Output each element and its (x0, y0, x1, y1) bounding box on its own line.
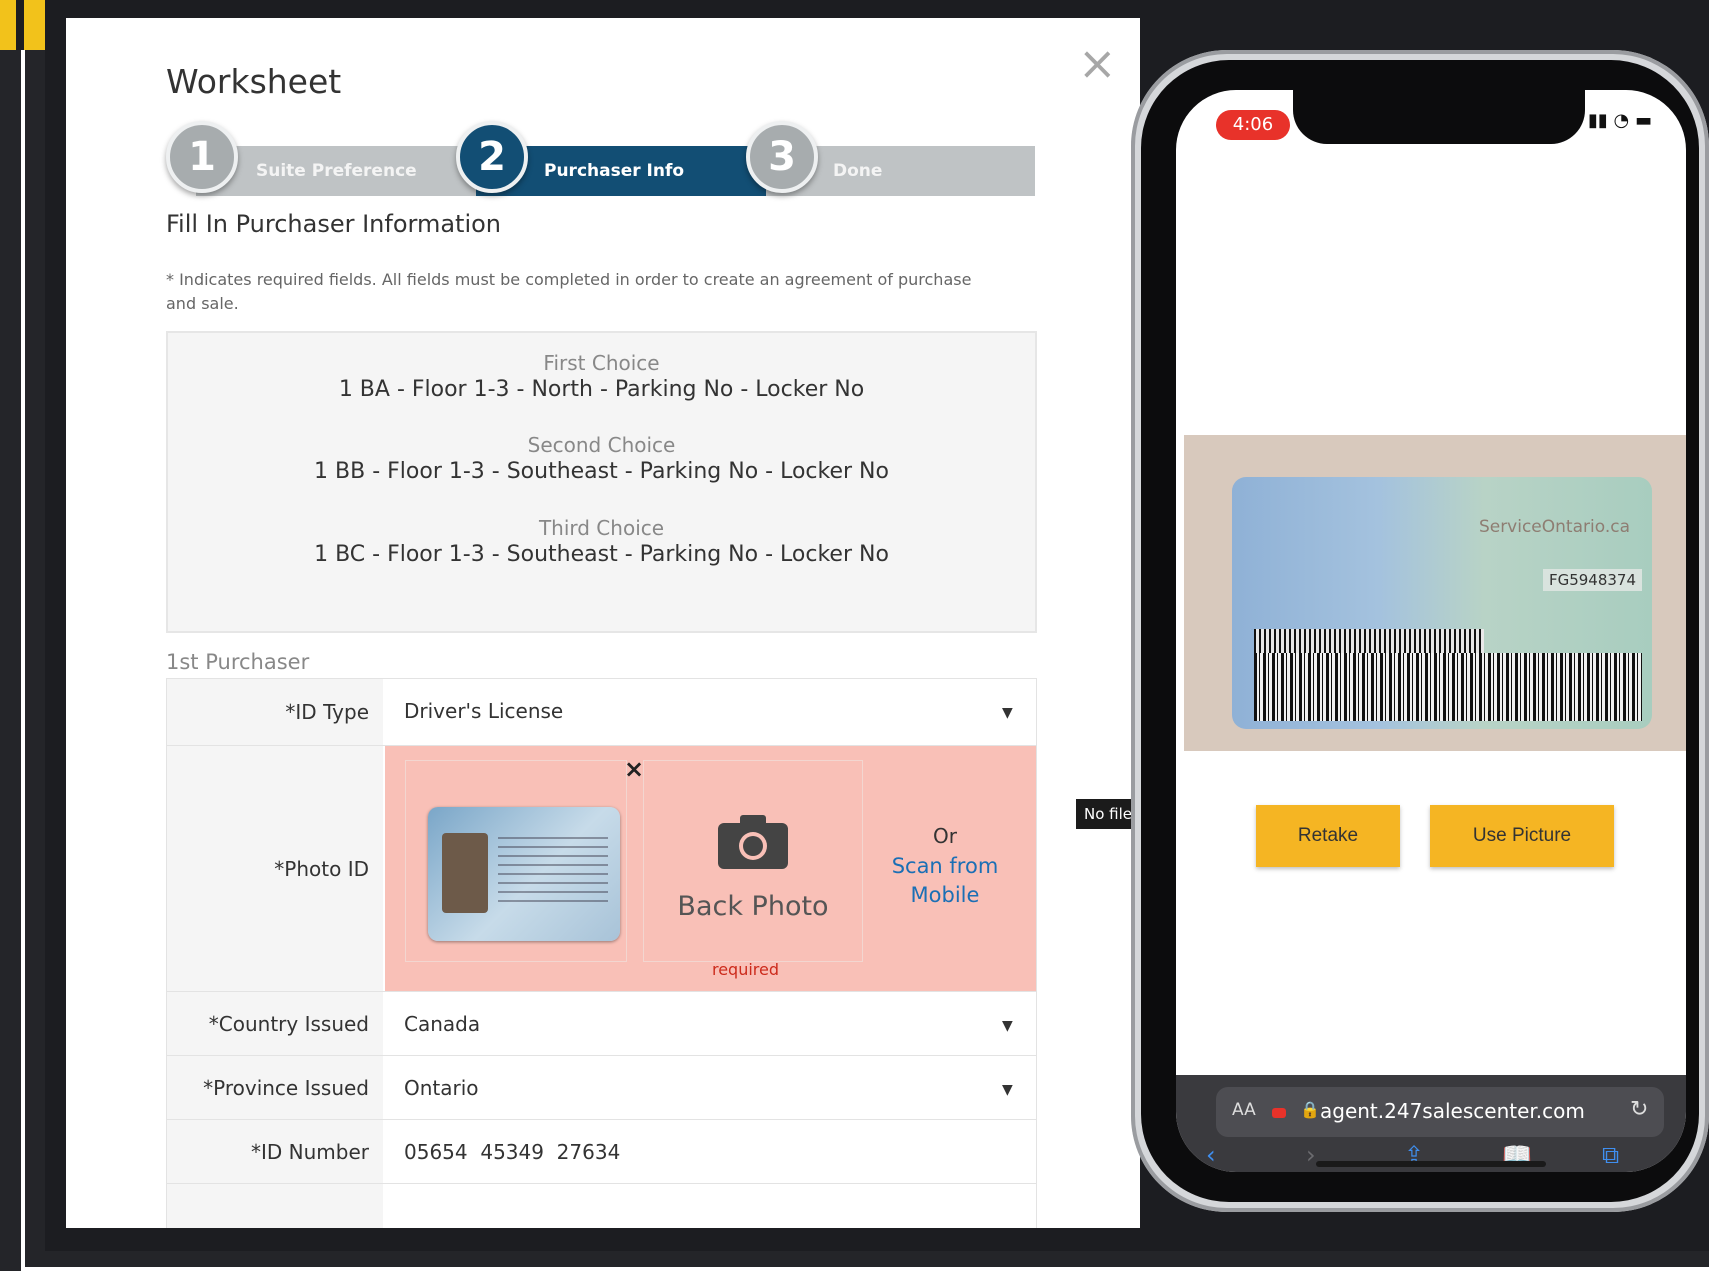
chevron-down-icon[interactable]: ▼ (1002, 1082, 1013, 1098)
id-type-row: *ID Type Driver's License ▼ (167, 679, 1036, 745)
small-barcode (1254, 629, 1484, 653)
province-issued-select[interactable]: Ontario (404, 1076, 479, 1100)
back-icon[interactable]: ‹ (1206, 1141, 1216, 1169)
tabs-icon[interactable]: ⧉ (1602, 1141, 1619, 1169)
purchaser-heading: 1st Purchaser (166, 650, 310, 674)
third-choice-value: 1 BC - Floor 1-3 - Southeast - Parking N… (314, 542, 889, 567)
province-issued-row: *Province Issued Ontario ▼ (167, 1055, 1036, 1120)
second-choice-value: 1 BB - Floor 1-3 - Southeast - Parking N… (314, 459, 889, 484)
photo-upload-area: × Back Photo Or Scan from Mobile require… (385, 746, 1036, 992)
camera-icon (718, 815, 788, 869)
worksheet-modal: × Worksheet 1 Suite Preference 2 Purchas… (66, 18, 1140, 1228)
status-bar-icons: ▮▮ ◔ ▬ (1588, 110, 1652, 131)
phone-screen: 4:06 ▮▮ ◔ ▬ ServiceOntario.ca FG5948374 … (1176, 90, 1686, 1172)
address-bar[interactable]: AA 🔒 agent.247salescenter.com ↻ (1216, 1087, 1664, 1137)
or-text: Or (933, 824, 957, 848)
country-issued-select[interactable]: Canada (404, 1012, 480, 1036)
first-choice-label: First Choice (543, 351, 660, 375)
pdf417-barcode (1254, 653, 1642, 721)
back-photo-label: Back Photo (677, 891, 829, 922)
license-website-text: ServiceOntario.ca (1478, 517, 1630, 537)
first-choice-value: 1 BA - Floor 1-3 - North - Parking No - … (338, 377, 865, 402)
license-portrait (442, 833, 488, 913)
required-note: * Indicates required fields. All fields … (166, 270, 972, 313)
next-row-label (167, 1184, 383, 1228)
required-message: required (711, 960, 780, 979)
suite-choices-box: First Choice 1 BA - Floor 1-3 - North - … (166, 331, 1037, 633)
step-1-label[interactable]: Suite Preference (256, 161, 417, 181)
frame-left-line (21, 50, 25, 1271)
use-picture-button[interactable]: Use Picture (1430, 805, 1614, 867)
section-title: Fill In Purchaser Information (166, 210, 502, 238)
country-issued-label: *Country Issued (167, 992, 383, 1056)
second-choice-label: Second Choice (527, 433, 676, 457)
id-type-label: *ID Type (167, 679, 383, 745)
text-size-button[interactable]: AA (1232, 1100, 1256, 1120)
captured-photo-preview: ServiceOntario.ca FG5948374 (1184, 435, 1686, 751)
remove-photo-icon[interactable]: × (624, 755, 644, 783)
id-number-row: *ID Number 05654 45349 27634 (167, 1119, 1036, 1184)
corner-notch (16, 0, 24, 50)
frame-bottom-line (21, 1267, 1709, 1271)
next-row-partial (167, 1183, 1036, 1228)
chevron-down-icon[interactable]: ▼ (1002, 1018, 1013, 1034)
step-3-circle[interactable]: 3 (746, 121, 818, 193)
back-photo-upload[interactable]: Back Photo (643, 760, 863, 962)
step-2-label[interactable]: Purchaser Info (544, 161, 684, 181)
phone-notch (1293, 90, 1585, 144)
step-1-circle[interactable]: 1 (166, 121, 238, 193)
close-icon[interactable]: × (1078, 40, 1117, 86)
photo-id-label: *Photo ID (167, 746, 383, 992)
step-2-circle[interactable]: 2 (456, 121, 528, 193)
modal-title: Worksheet (166, 62, 342, 101)
lock-icon: 🔒 (1300, 1100, 1320, 1119)
phone-bezel: 4:06 ▮▮ ◔ ▬ ServiceOntario.ca FG5948374 … (1141, 60, 1699, 1202)
phone-frame: 4:06 ▮▮ ◔ ▬ ServiceOntario.ca FG5948374 … (1131, 50, 1709, 1212)
step-3-label[interactable]: Done (833, 161, 882, 181)
browser-toolbar: AA 🔒 agent.247salescenter.com ↻ ‹ › ⇪ 📖 … (1176, 1075, 1686, 1172)
chevron-down-icon[interactable]: ▼ (1002, 705, 1013, 721)
scan-from-mobile-link[interactable]: Scan from Mobile (875, 852, 1015, 910)
url-text[interactable]: agent.247salescenter.com (1320, 1099, 1585, 1123)
license-back-image: ServiceOntario.ca FG5948374 (1232, 477, 1652, 729)
hand-cursor-icon: ☝ (1070, 770, 1086, 800)
forward-icon[interactable]: › (1306, 1141, 1316, 1169)
license-number-text: FG5948374 (1542, 569, 1642, 591)
license-front-image (428, 807, 620, 941)
country-issued-row: *Country Issued Canada ▼ (167, 991, 1036, 1056)
recording-indicator-icon (1272, 1108, 1286, 1118)
front-photo-thumbnail[interactable]: × (405, 755, 644, 962)
id-number-label: *ID Number (167, 1120, 383, 1184)
id-number-input[interactable]: 05654 45349 27634 (404, 1140, 620, 1164)
license-text-lines (498, 837, 608, 907)
purchaser-form: *ID Type Driver's License ▼ *Photo ID × (166, 678, 1037, 1228)
home-indicator (1316, 1161, 1546, 1167)
retake-button[interactable]: Retake (1256, 805, 1400, 867)
photo-id-row: *Photo ID × Back Photo Or Scan from Mobi… (167, 745, 1036, 992)
province-issued-label: *Province Issued (167, 1056, 383, 1120)
status-time: 4:06 (1216, 110, 1290, 140)
reload-icon[interactable]: ↻ (1630, 1097, 1648, 1122)
id-type-select[interactable]: Driver's License (404, 699, 563, 723)
third-choice-label: Third Choice (538, 516, 665, 540)
progress-stepper: 1 Suite Preference 2 Purchaser Info 3 Do… (166, 121, 1035, 196)
